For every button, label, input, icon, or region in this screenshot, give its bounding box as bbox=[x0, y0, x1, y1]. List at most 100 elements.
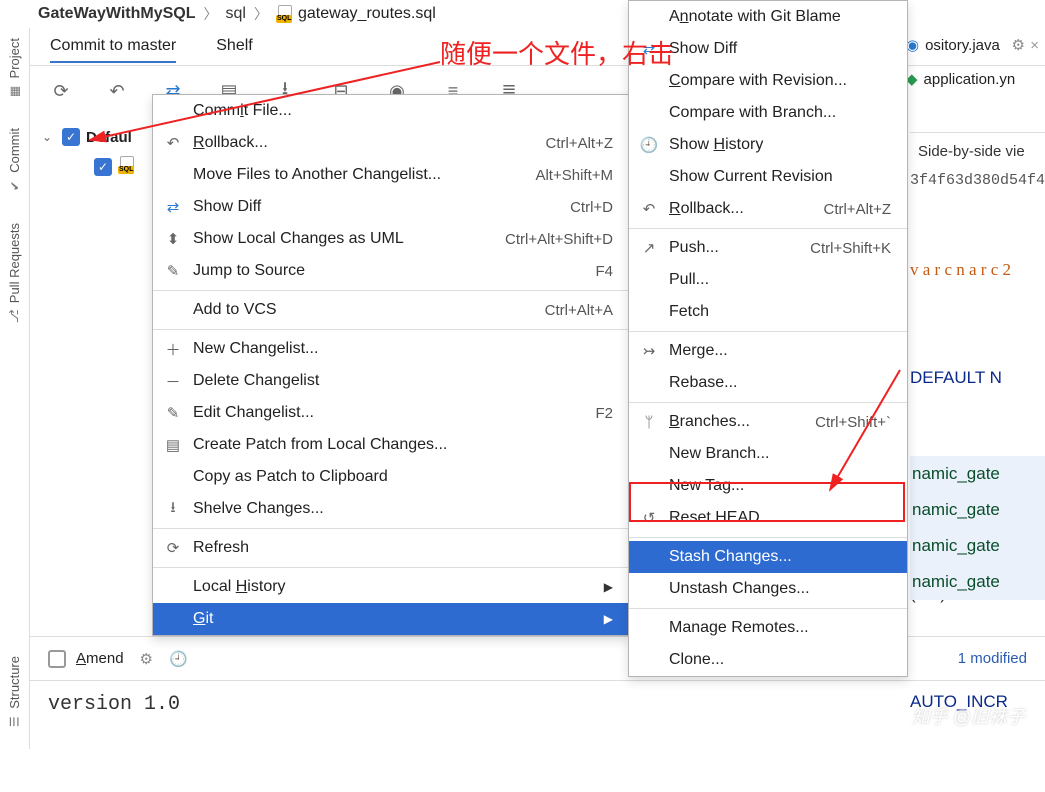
menu-label: Rebase... bbox=[669, 374, 891, 392]
changelist-checkbox[interactable]: ✓ bbox=[62, 128, 80, 146]
menu-icon: ▤ bbox=[163, 436, 183, 454]
menu-shortcut: F2 bbox=[575, 405, 613, 422]
menu-item[interactable]: Compare with Branch... bbox=[629, 97, 907, 129]
chevron-right-icon: ▶ bbox=[604, 612, 613, 626]
menu-label: Fetch bbox=[669, 303, 891, 321]
amend-checkbox[interactable] bbox=[48, 650, 66, 668]
menu-item[interactable]: Add to VCS Ctrl+Alt+A bbox=[153, 294, 629, 326]
menu-item[interactable]: Annotate with Git Blame bbox=[629, 1, 907, 33]
menu-label: Move Files to Another Changelist... bbox=[193, 166, 505, 184]
menu-label: Pull... bbox=[669, 271, 891, 289]
menu-item[interactable]: Move Files to Another Changelist...Alt+S… bbox=[153, 159, 629, 191]
commit-tool[interactable]: ✔Commit bbox=[7, 128, 22, 193]
menu-icon: ＋ bbox=[163, 339, 183, 360]
menu-item[interactable]: New Tag... bbox=[629, 470, 907, 502]
menu-label: Show Diff bbox=[193, 198, 540, 216]
menu-item[interactable]: Show Current Revision bbox=[629, 161, 907, 193]
menu-label: New Tag... bbox=[669, 477, 891, 495]
modified-link[interactable]: 1 modified bbox=[958, 650, 1027, 667]
tab-commit[interactable]: Commit to master bbox=[50, 31, 176, 63]
gear-icon[interactable]: ⚙ bbox=[140, 650, 153, 668]
menu-label: New Changelist... bbox=[193, 340, 613, 358]
menu-icon: ⟳ bbox=[163, 539, 183, 557]
menu-item[interactable]: Git ▶ bbox=[153, 603, 629, 635]
file-checkbox[interactable]: ✓ bbox=[94, 158, 112, 176]
menu-item[interactable]: Pull... bbox=[629, 264, 907, 296]
menu-label: Edit Changelist... bbox=[193, 404, 565, 422]
history-icon[interactable]: 🕘 bbox=[169, 650, 188, 668]
annotation-text: 随便一个文件，右击 bbox=[440, 34, 674, 71]
diff-view-header[interactable]: Side-by-side vie bbox=[910, 132, 1045, 176]
menu-item[interactable]: ⬍Show Local Changes as UMLCtrl+Alt+Shift… bbox=[153, 223, 629, 255]
menu-item[interactable]: ⟳ Refresh bbox=[153, 532, 629, 564]
tab-shelf[interactable]: Shelf bbox=[216, 31, 252, 63]
menu-item[interactable]: ↶Rollback...Ctrl+Alt+Z bbox=[629, 193, 907, 225]
menu-icon: ✎ bbox=[163, 404, 183, 422]
menu-item[interactable]: ↶Rollback...Ctrl+Alt+Z bbox=[153, 127, 629, 159]
menu-item[interactable]: Unstash Changes... bbox=[629, 573, 907, 605]
menu-item[interactable]: Commit File... bbox=[153, 95, 629, 127]
chevron-down-icon[interactable]: ⌄ bbox=[42, 130, 56, 144]
menu-label: Merge... bbox=[669, 342, 891, 360]
menu-icon: － bbox=[163, 371, 183, 392]
menu-item[interactable]: Local History▶ bbox=[153, 571, 629, 603]
menu-item[interactable]: ↣Merge... bbox=[629, 335, 907, 367]
menu-item[interactable]: Clone... bbox=[629, 644, 907, 676]
menu-item[interactable]: ⭳Shelve Changes... bbox=[153, 493, 629, 525]
menu-item[interactable]: ▤Create Patch from Local Changes... bbox=[153, 429, 629, 461]
commit-message[interactable]: version 1.0 bbox=[30, 680, 1045, 749]
amend-label[interactable]: Amend bbox=[76, 650, 124, 667]
tab-label: application.yn bbox=[924, 71, 1016, 88]
git-submenu: Annotate with Git Blame⇄Show DiffCompare… bbox=[628, 0, 908, 677]
selected-code: namic_gate namic_gate namic_gate namic_g… bbox=[910, 456, 1045, 600]
menu-item[interactable]: Manage Remotes... bbox=[629, 612, 907, 644]
menu-item[interactable]: Fetch bbox=[629, 296, 907, 328]
editor-tab[interactable]: ◉ ository.java × bbox=[900, 28, 1045, 62]
menu-shortcut: Ctrl+D bbox=[550, 199, 613, 216]
menu-item[interactable]: 🕘Show History bbox=[629, 129, 907, 161]
rollback-icon[interactable]: ↶ bbox=[106, 81, 128, 102]
breadcrumb-file[interactable]: gateway_routes.sql bbox=[298, 5, 436, 23]
menu-item[interactable]: Rebase... bbox=[629, 367, 907, 399]
menu-item[interactable]: ✎ Edit Changelist... F2 bbox=[153, 397, 629, 429]
menu-item[interactable]: ✎Jump to SourceF4 bbox=[153, 255, 629, 287]
menu-shortcut: Ctrl+Alt+Z bbox=[803, 201, 891, 218]
menu-icon: ↶ bbox=[163, 134, 183, 152]
pull-requests-tool[interactable]: ⎇Pull Requests bbox=[7, 223, 22, 323]
menu-item[interactable]: ᛘBranches...Ctrl+Shift+` bbox=[629, 406, 907, 438]
menu-label: Compare with Branch... bbox=[669, 104, 891, 122]
structure-tool[interactable]: ☰Structure bbox=[7, 656, 22, 729]
menu-item[interactable]: ↺Reset HEAD... bbox=[629, 502, 907, 534]
menu-icon: ↶ bbox=[639, 200, 659, 218]
close-icon[interactable]: × bbox=[1030, 37, 1039, 54]
editor-tabs-overflow: ◉ ository.java × ◆ application.yn bbox=[900, 28, 1045, 96]
breadcrumb-folder[interactable]: sql bbox=[226, 5, 246, 23]
menu-label: Annotate with Git Blame bbox=[669, 8, 891, 26]
menu-item[interactable]: ＋ New Changelist... bbox=[153, 333, 629, 365]
menu-label: Unstash Changes... bbox=[669, 580, 891, 598]
breadcrumb-project[interactable]: GateWayWithMySQL bbox=[38, 5, 196, 23]
menu-label: Git bbox=[193, 610, 584, 628]
menu-label: Push... bbox=[669, 239, 780, 257]
menu-label: Add to VCS bbox=[193, 301, 515, 319]
project-tool[interactable]: ▦Project bbox=[7, 38, 22, 98]
menu-item[interactable]: Stash Changes... bbox=[629, 541, 907, 573]
menu-label: Branches... bbox=[669, 413, 785, 431]
sql-file-icon: SQL bbox=[118, 156, 136, 178]
menu-item[interactable]: －Delete Changelist bbox=[153, 365, 629, 397]
menu-item[interactable]: ⇄Show DiffCtrl+D bbox=[153, 191, 629, 223]
commit-icon: ✔ bbox=[8, 181, 22, 191]
menu-label: Show Current Revision bbox=[669, 168, 891, 186]
menu-item[interactable]: New Branch... bbox=[629, 438, 907, 470]
menu-label: Refresh bbox=[193, 539, 613, 557]
menu-label: Manage Remotes... bbox=[669, 619, 891, 637]
menu-item[interactable]: ↗Push...Ctrl+Shift+K bbox=[629, 232, 907, 264]
menu-shortcut: Ctrl+Shift+` bbox=[795, 414, 891, 431]
menu-item[interactable]: Copy as Patch to Clipboard bbox=[153, 461, 629, 493]
menu-label: Reset HEAD... bbox=[669, 509, 891, 527]
context-menu: Commit File...↶Rollback...Ctrl+Alt+ZMove… bbox=[152, 94, 630, 636]
tab-label: ository.java bbox=[925, 37, 1000, 54]
refresh-icon[interactable]: ⟳ bbox=[50, 81, 72, 102]
menu-shortcut: Ctrl+Alt+A bbox=[525, 302, 613, 319]
editor-tab[interactable]: ◆ application.yn bbox=[900, 62, 1045, 96]
